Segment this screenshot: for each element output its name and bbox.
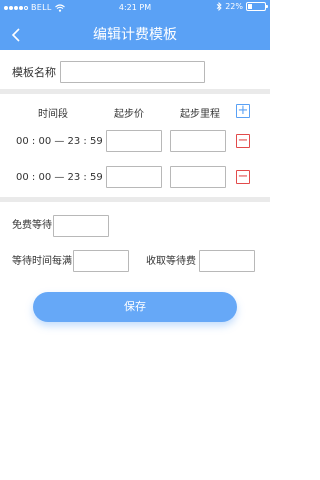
start-distance-input[interactable] [170,166,226,188]
time-range: 00 : 00 — 23 : 59 [16,136,103,147]
page-title: 编辑计费模板 [93,27,177,43]
divider [0,89,270,94]
template-name-input[interactable] [60,61,205,83]
header: BELL 4:21 PM 22% 编辑计费模板 [0,0,270,50]
time-range: 00 : 00 — 23 : 59 [16,172,103,183]
wait-fee-input[interactable] [199,250,255,272]
header-time-period: 时间段 [38,109,68,120]
header-start-distance: 起步里程 [180,109,220,120]
remove-row-button[interactable]: − [236,170,250,184]
start-price-input[interactable] [106,130,162,152]
divider [0,197,270,202]
plus-icon: + [237,103,249,118]
save-button[interactable]: 保存 [33,292,237,322]
status-bar: BELL 4:21 PM 22% [0,0,270,16]
free-wait-label: 免费等待 [12,220,52,231]
bluetooth-icon [216,2,222,11]
header-start-price: 起步价 [114,109,144,120]
remove-row-button[interactable]: − [236,134,250,148]
start-price-input[interactable] [106,166,162,188]
minus-icon: − [237,133,249,148]
minus-icon: − [237,169,249,184]
add-row-button[interactable]: + [236,104,250,118]
template-name-label: 模板名称 [12,66,56,79]
battery-percent: 22% [225,2,243,11]
free-wait-input[interactable] [53,215,109,237]
wait-fee-label: 收取等待费 [146,256,196,267]
start-distance-input[interactable] [170,130,226,152]
battery-icon [246,2,268,11]
wait-every-input[interactable] [73,250,129,272]
wait-every-label: 等待时间每满 [12,256,72,267]
status-right: 22% [216,2,268,11]
